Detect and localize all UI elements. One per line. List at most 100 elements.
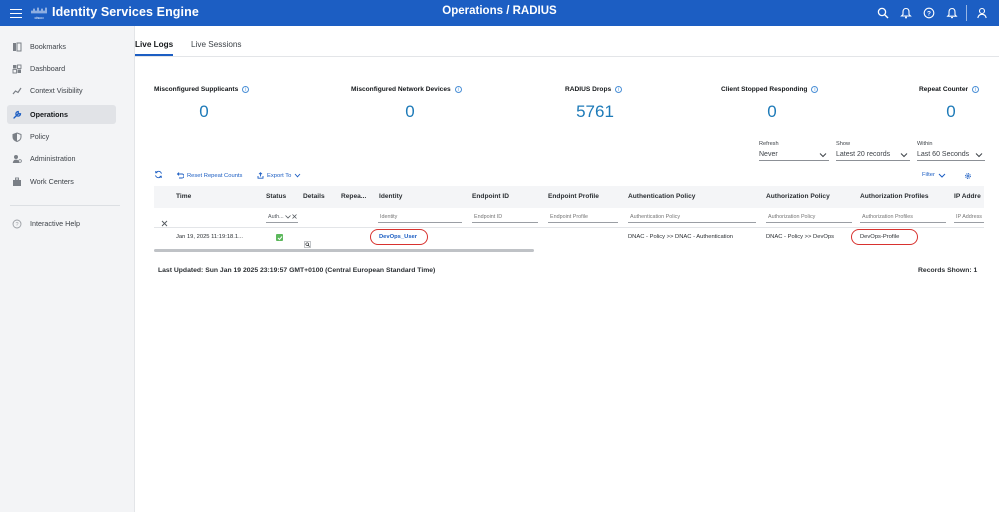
endpoint-profile-filter-input[interactable] — [548, 211, 618, 223]
svg-text:?: ? — [927, 10, 931, 17]
sidebar-item-label: Policy — [30, 132, 50, 141]
sidebar-item-work-centers[interactable]: Work Centers — [7, 172, 116, 191]
stat-value-radius-drops: 5761 — [576, 102, 614, 121]
sidebar-item-bookmarks[interactable]: Bookmarks — [7, 37, 116, 56]
refresh-icon — [155, 170, 162, 179]
top-header: cisco Identity Services Engine Operation… — [0, 0, 999, 26]
filter-label: Filter — [922, 172, 935, 178]
work-centers-icon — [11, 176, 22, 187]
stat-value-misconfigured-supplicants: 0 — [199, 102, 209, 121]
table-row[interactable]: Jan 19, 2025 11:19:18.1... DevOps_User D… — [154, 228, 984, 248]
stat-label-repeat-counter: Repeat Counter i — [919, 86, 980, 93]
context-visibility-icon — [11, 85, 22, 96]
chevron-down-icon — [938, 173, 946, 178]
show-value: Latest 20 records — [836, 151, 891, 158]
sidebar-item-dashboard[interactable]: Dashboard — [7, 59, 116, 78]
chevron-down-icon — [900, 152, 908, 157]
user-icon[interactable] — [970, 4, 993, 22]
info-icon[interactable]: i — [454, 86, 462, 93]
column-header-endpoint-profile[interactable]: Endpoint Profile — [548, 193, 599, 200]
sidebar-item-label: Administration — [30, 154, 76, 163]
cell-time: Jan 19, 2025 11:19:18.1... — [176, 234, 243, 240]
app-title: Identity Services Engine — [52, 5, 199, 19]
refresh-value: Never — [759, 151, 778, 158]
column-header-time[interactable]: Time — [176, 193, 191, 200]
show-label: Show — [836, 141, 850, 147]
stat-label-misconfigured-network-devices: Misconfigured Network Devices i — [351, 86, 462, 93]
stat-label-client-stopped-responding: Client Stopped Responding i — [721, 86, 819, 93]
sidebar-item-administration[interactable]: Administration — [7, 149, 116, 168]
sidebar-item-label: Interactive Help — [30, 219, 80, 228]
refresh-select[interactable]: Never — [759, 149, 829, 161]
sidebar-item-label: Bookmarks — [30, 42, 66, 51]
chevron-down-icon — [819, 152, 827, 157]
search-icon[interactable] — [871, 4, 894, 22]
notifications-icon[interactable] — [894, 4, 917, 22]
within-label: Within — [917, 141, 933, 147]
gear-icon — [965, 173, 971, 179]
authorization-profiles-filter-input[interactable] — [860, 211, 946, 223]
sidebar-item-context-visibility[interactable]: Context Visibility — [7, 81, 116, 100]
sidebar-item-policy[interactable]: Policy — [7, 127, 116, 146]
column-header-endpoint-id[interactable]: Endpoint ID — [472, 193, 509, 200]
stat-value-misconfigured-network-devices: 0 — [405, 102, 415, 121]
last-updated-text: Last Updated: Sun Jan 19 2025 23:19:57 G… — [158, 267, 436, 274]
authentication-policy-filter-input[interactable] — [628, 211, 756, 223]
chevron-down-icon — [975, 152, 983, 157]
within-value: Last 60 Seconds — [917, 151, 970, 158]
info-icon[interactable]: i — [242, 86, 250, 93]
bell-icon[interactable] — [940, 4, 963, 22]
refresh-button[interactable] — [154, 170, 163, 179]
status-filter-select[interactable]: Auth... — [266, 211, 298, 223]
stat-label-misconfigured-supplicants: Misconfigured Supplicants i — [154, 86, 250, 93]
cell-authentication-policy: DNAC - Policy >> DNAC - Authentication — [628, 234, 734, 240]
settings-button[interactable] — [964, 172, 972, 180]
tab-live-logs[interactable]: Live Logs — [135, 40, 173, 49]
reset-repeat-counts-button[interactable]: Reset Repeat Counts — [176, 172, 242, 179]
column-header-authentication-policy[interactable]: Authentication Policy — [628, 193, 695, 200]
ip-address-filter-input[interactable] — [954, 211, 984, 223]
cisco-logo: cisco — [31, 7, 47, 20]
info-icon[interactable]: i — [811, 86, 819, 93]
column-header-authorization-profiles[interactable]: Authorization Profiles — [860, 193, 929, 200]
tab-bar: Live Logs Live Sessions — [135, 26, 999, 57]
tab-live-sessions[interactable]: Live Sessions — [191, 40, 242, 49]
close-icon[interactable] — [292, 214, 297, 219]
column-header-details[interactable]: Details — [303, 193, 325, 200]
chevron-down-icon — [295, 173, 301, 178]
reset-icon — [176, 172, 184, 179]
endpoint-id-filter-input[interactable] — [472, 211, 538, 223]
column-header-repeat[interactable]: Repea... — [341, 193, 366, 200]
sidebar-item-interactive-help[interactable]: ? Interactive Help — [7, 214, 116, 233]
header-divider — [966, 5, 967, 21]
horizontal-scrollbar[interactable] — [154, 249, 534, 252]
records-shown-text: Records Shown: 1 — [918, 267, 978, 274]
bookmarks-icon — [11, 41, 22, 52]
show-select[interactable]: Latest 20 records — [836, 149, 910, 161]
export-to-label: Export To — [267, 172, 292, 179]
export-to-button[interactable]: Export To — [257, 172, 301, 179]
refresh-label: Refresh — [759, 141, 779, 147]
column-header-ip-address[interactable]: IP Addre — [954, 193, 981, 200]
identity-filter-input[interactable] — [378, 211, 462, 223]
column-header-status[interactable]: Status — [266, 193, 286, 200]
active-tab-indicator — [135, 54, 173, 56]
status-filter-value: Auth... — [268, 213, 284, 220]
stat-value-repeat-counter: 0 — [946, 102, 956, 121]
sidebar-item-label: Context Visibility — [30, 86, 83, 95]
sidebar-item-operations[interactable]: Operations — [7, 105, 116, 124]
column-header-identity[interactable]: Identity — [379, 193, 402, 200]
live-logs-table: Time Status Details Repea... Identity En… — [154, 186, 984, 252]
info-icon[interactable]: i — [615, 86, 623, 93]
authorization-policy-filter-input[interactable] — [766, 211, 852, 223]
filter-button[interactable]: Filter — [922, 172, 946, 178]
column-header-authorization-policy[interactable]: Authorization Policy — [766, 193, 830, 200]
help-icon: ? — [11, 218, 22, 229]
within-select[interactable]: Last 60 Seconds — [917, 149, 985, 161]
help-icon[interactable]: ? — [917, 4, 940, 22]
menu-icon[interactable] — [10, 6, 22, 20]
info-icon[interactable]: i — [972, 86, 980, 93]
stat-value-client-stopped-responding: 0 — [767, 102, 777, 121]
svg-text:cisco: cisco — [34, 15, 44, 20]
cell-authorization-policy: DNAC - Policy >> DevOps — [766, 234, 834, 240]
